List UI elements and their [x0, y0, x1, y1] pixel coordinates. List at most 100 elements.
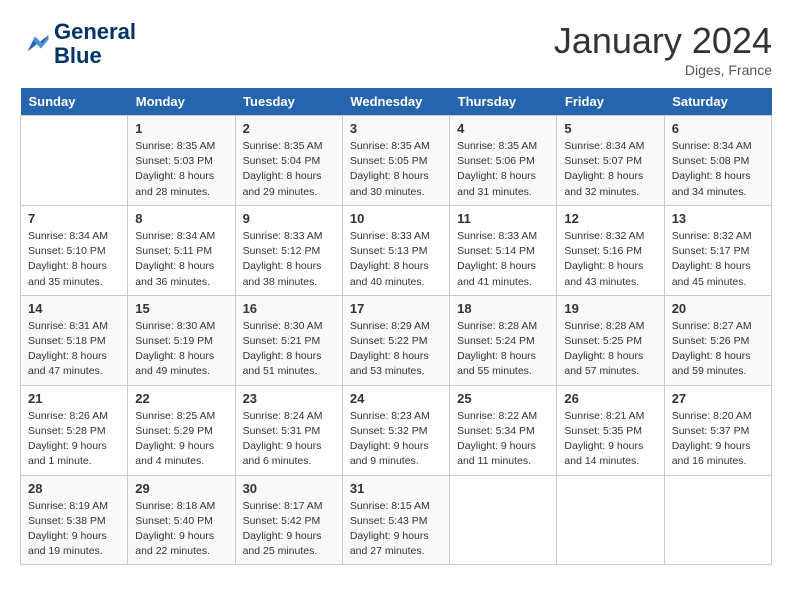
calendar-week-row: 28 Sunrise: 8:19 AMSunset: 5:38 PMDayligh…	[21, 475, 772, 565]
location: Diges, France	[554, 62, 772, 78]
calendar-cell: 28 Sunrise: 8:19 AMSunset: 5:38 PMDayligh…	[21, 475, 128, 565]
calendar-cell: 20Sunrise: 8:27 AMSunset: 5:26 PMDayligh…	[664, 295, 771, 385]
day-info: Sunrise: 8:20 AMSunset: 5:37 PMDaylight:…	[672, 409, 764, 470]
day-number: 17	[350, 301, 442, 316]
day-info: Sunrise: 8:15 AMSunset: 5:43 PMDaylight:…	[350, 499, 442, 560]
day-info: Sunrise: 8:21 AMSunset: 5:35 PMDaylight:…	[564, 409, 656, 470]
logo-icon	[20, 29, 50, 59]
day-info: Sunrise: 8:30 AMSunset: 5:19 PMDaylight:…	[135, 319, 227, 380]
day-number: 25	[457, 391, 549, 406]
calendar-cell: 21 Sunrise: 8:26 AMSunset: 5:28 PMDayligh…	[21, 385, 128, 475]
day-info: Sunrise: 8:31 AMSunset: 5:18 PMDaylight:…	[28, 319, 120, 380]
calendar-cell: 19 Sunrise: 8:28 AMSunset: 5:25 PMDayligh…	[557, 295, 664, 385]
day-number: 23	[243, 391, 335, 406]
day-info: Sunrise: 8:25 AMSunset: 5:29 PMDaylight:…	[135, 409, 227, 470]
day-info: Sunrise: 8:35 AMSunset: 5:05 PMDaylight:…	[350, 139, 442, 200]
weekday-header: Saturday	[664, 88, 771, 116]
day-info: Sunrise: 8:35 AMSunset: 5:06 PMDaylight:…	[457, 139, 549, 200]
weekday-header: Sunday	[21, 88, 128, 116]
day-number: 21	[28, 391, 120, 406]
weekday-header: Wednesday	[342, 88, 449, 116]
calendar-cell: 29 Sunrise: 8:18 AMSunset: 5:40 PMDayligh…	[128, 475, 235, 565]
calendar-cell: 2 Sunrise: 8:35 AMSunset: 5:04 PMDaylight…	[235, 116, 342, 206]
calendar-cell: 25Sunrise: 8:22 AMSunset: 5:34 PMDayligh…	[450, 385, 557, 475]
day-info: Sunrise: 8:34 AMSunset: 5:08 PMDaylight:…	[672, 139, 764, 200]
calendar-week-row: 21 Sunrise: 8:26 AMSunset: 5:28 PMDayligh…	[21, 385, 772, 475]
calendar-cell: 8 Sunrise: 8:34 AMSunset: 5:11 PMDaylight…	[128, 205, 235, 295]
day-number: 27	[672, 391, 764, 406]
calendar-cell: 3 Sunrise: 8:35 AMSunset: 5:05 PMDaylight…	[342, 116, 449, 206]
day-info: Sunrise: 8:29 AMSunset: 5:22 PMDaylight:…	[350, 319, 442, 380]
calendar-cell: 10 Sunrise: 8:33 AMSunset: 5:13 PMDayligh…	[342, 205, 449, 295]
day-info: Sunrise: 8:35 AMSunset: 5:04 PMDaylight:…	[243, 139, 335, 200]
day-number: 26	[564, 391, 656, 406]
calendar-cell	[21, 116, 128, 206]
calendar-cell: 4 Sunrise: 8:35 AMSunset: 5:06 PMDaylight…	[450, 116, 557, 206]
calendar-table: SundayMondayTuesdayWednesdayThursdayFrid…	[20, 88, 772, 565]
day-number: 9	[243, 211, 335, 226]
day-info: Sunrise: 8:26 AMSunset: 5:28 PMDaylight:…	[28, 409, 120, 470]
day-number: 19	[564, 301, 656, 316]
calendar-cell: 17 Sunrise: 8:29 AMSunset: 5:22 PMDayligh…	[342, 295, 449, 385]
day-info: Sunrise: 8:17 AMSunset: 5:42 PMDaylight:…	[243, 499, 335, 560]
day-info: Sunrise: 8:27 AMSunset: 5:26 PMDaylight:…	[672, 319, 764, 380]
day-info: Sunrise: 8:33 AMSunset: 5:12 PMDaylight:…	[243, 229, 335, 290]
calendar-cell: 13 Sunrise: 8:32 AMSunset: 5:17 PMDayligh…	[664, 205, 771, 295]
day-number: 24	[350, 391, 442, 406]
day-number: 4	[457, 121, 549, 136]
calendar-cell: 26 Sunrise: 8:21 AMSunset: 5:35 PMDayligh…	[557, 385, 664, 475]
calendar-cell: 27 Sunrise: 8:20 AMSunset: 5:37 PMDayligh…	[664, 385, 771, 475]
day-number: 29	[135, 481, 227, 496]
weekday-header: Thursday	[450, 88, 557, 116]
day-number: 22	[135, 391, 227, 406]
day-number: 11	[457, 211, 549, 226]
calendar-cell	[450, 475, 557, 565]
day-info: Sunrise: 8:23 AMSunset: 5:32 PMDaylight:…	[350, 409, 442, 470]
logo: General Blue	[20, 20, 136, 68]
header-row: SundayMondayTuesdayWednesdayThursdayFrid…	[21, 88, 772, 116]
day-number: 18	[457, 301, 549, 316]
calendar-cell: 22 Sunrise: 8:25 AMSunset: 5:29 PMDayligh…	[128, 385, 235, 475]
day-number: 14	[28, 301, 120, 316]
day-number: 15	[135, 301, 227, 316]
day-number: 6	[672, 121, 764, 136]
day-info: Sunrise: 8:18 AMSunset: 5:40 PMDaylight:…	[135, 499, 227, 560]
day-info: Sunrise: 8:33 AMSunset: 5:13 PMDaylight:…	[350, 229, 442, 290]
calendar-cell: 1 Sunrise: 8:35 AMSunset: 5:03 PMDaylight…	[128, 116, 235, 206]
day-number: 7	[28, 211, 120, 226]
calendar-cell: 11Sunrise: 8:33 AMSunset: 5:14 PMDayligh…	[450, 205, 557, 295]
day-number: 1	[135, 121, 227, 136]
day-info: Sunrise: 8:35 AMSunset: 5:03 PMDaylight:…	[135, 139, 227, 200]
day-number: 2	[243, 121, 335, 136]
day-info: Sunrise: 8:32 AMSunset: 5:17 PMDaylight:…	[672, 229, 764, 290]
calendar-cell: 5Sunrise: 8:34 AMSunset: 5:07 PMDaylight…	[557, 116, 664, 206]
calendar-week-row: 1 Sunrise: 8:35 AMSunset: 5:03 PMDaylight…	[21, 116, 772, 206]
day-number: 8	[135, 211, 227, 226]
day-number: 31	[350, 481, 442, 496]
calendar-cell: 14 Sunrise: 8:31 AMSunset: 5:18 PMDayligh…	[21, 295, 128, 385]
calendar-cell: 7Sunrise: 8:34 AMSunset: 5:10 PMDaylight…	[21, 205, 128, 295]
day-number: 16	[243, 301, 335, 316]
day-info: Sunrise: 8:28 AMSunset: 5:25 PMDaylight:…	[564, 319, 656, 380]
weekday-header: Monday	[128, 88, 235, 116]
calendar-cell: 9 Sunrise: 8:33 AMSunset: 5:12 PMDaylight…	[235, 205, 342, 295]
day-number: 28	[28, 481, 120, 496]
day-number: 10	[350, 211, 442, 226]
logo-line2: Blue	[54, 44, 136, 68]
day-number: 13	[672, 211, 764, 226]
calendar-week-row: 7Sunrise: 8:34 AMSunset: 5:10 PMDaylight…	[21, 205, 772, 295]
calendar-cell: 30 Sunrise: 8:17 AMSunset: 5:42 PMDayligh…	[235, 475, 342, 565]
day-number: 30	[243, 481, 335, 496]
calendar-cell: 24 Sunrise: 8:23 AMSunset: 5:32 PMDayligh…	[342, 385, 449, 475]
day-info: Sunrise: 8:19 AMSunset: 5:38 PMDaylight:…	[28, 499, 120, 560]
day-number: 3	[350, 121, 442, 136]
weekday-header: Friday	[557, 88, 664, 116]
month-title: January 2024	[554, 20, 772, 62]
day-info: Sunrise: 8:24 AMSunset: 5:31 PMDaylight:…	[243, 409, 335, 470]
day-info: Sunrise: 8:34 AMSunset: 5:11 PMDaylight:…	[135, 229, 227, 290]
logo-line1: General	[54, 20, 136, 44]
calendar-cell: 23 Sunrise: 8:24 AMSunset: 5:31 PMDayligh…	[235, 385, 342, 475]
weekday-header: Tuesday	[235, 88, 342, 116]
day-info: Sunrise: 8:34 AMSunset: 5:07 PMDaylight:…	[564, 139, 656, 200]
calendar-cell: 31 Sunrise: 8:15 AMSunset: 5:43 PMDayligh…	[342, 475, 449, 565]
